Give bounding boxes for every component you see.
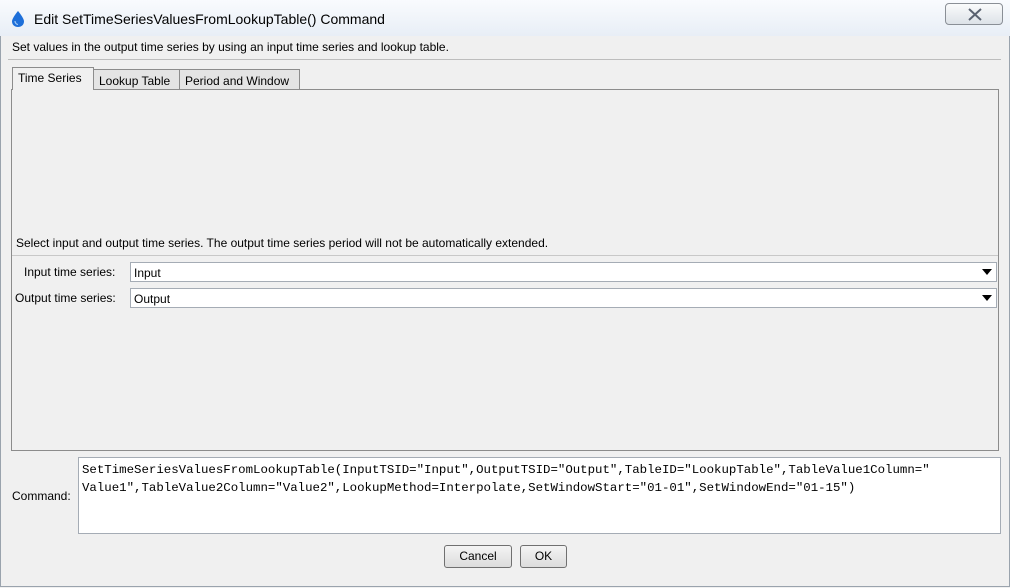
divider bbox=[12, 255, 998, 256]
tab-period-and-window[interactable]: Period and Window bbox=[179, 69, 300, 89]
chevron-down-icon bbox=[982, 295, 992, 301]
command-label: Command: bbox=[12, 489, 71, 503]
close-x-icon bbox=[968, 8, 982, 21]
time-series-description: Select input and output time series. The… bbox=[16, 236, 549, 250]
time-series-tab-panel: Select input and output time series. The… bbox=[11, 89, 999, 451]
tab-lookup-table[interactable]: Lookup Table bbox=[93, 69, 180, 89]
input-time-series-select[interactable]: Input bbox=[130, 262, 997, 282]
cancel-button[interactable]: Cancel bbox=[444, 545, 512, 568]
input-time-series-value: Input bbox=[134, 266, 161, 280]
tab-time-series[interactable]: Time Series bbox=[12, 67, 94, 90]
title-bar: Edit SetTimeSeriesValuesFromLookupTable(… bbox=[0, 0, 1010, 36]
window-title: Edit SetTimeSeriesValuesFromLookupTable(… bbox=[34, 11, 385, 27]
command-text-area[interactable]: SetTimeSeriesValuesFromLookupTable(Input… bbox=[78, 457, 1001, 534]
input-time-series-label: Input time series: bbox=[24, 265, 116, 279]
ok-button[interactable]: OK bbox=[520, 545, 567, 568]
intro-text: Set values in the output time series by … bbox=[12, 40, 449, 54]
divider bbox=[8, 59, 1001, 60]
chevron-down-icon bbox=[982, 269, 992, 275]
output-time-series-value: Output bbox=[134, 292, 171, 306]
output-time-series-select[interactable]: Output bbox=[130, 288, 997, 308]
window-close-button[interactable] bbox=[945, 3, 1003, 25]
water-drop-icon bbox=[12, 11, 24, 27]
output-time-series-label: Output time series: bbox=[15, 291, 116, 305]
